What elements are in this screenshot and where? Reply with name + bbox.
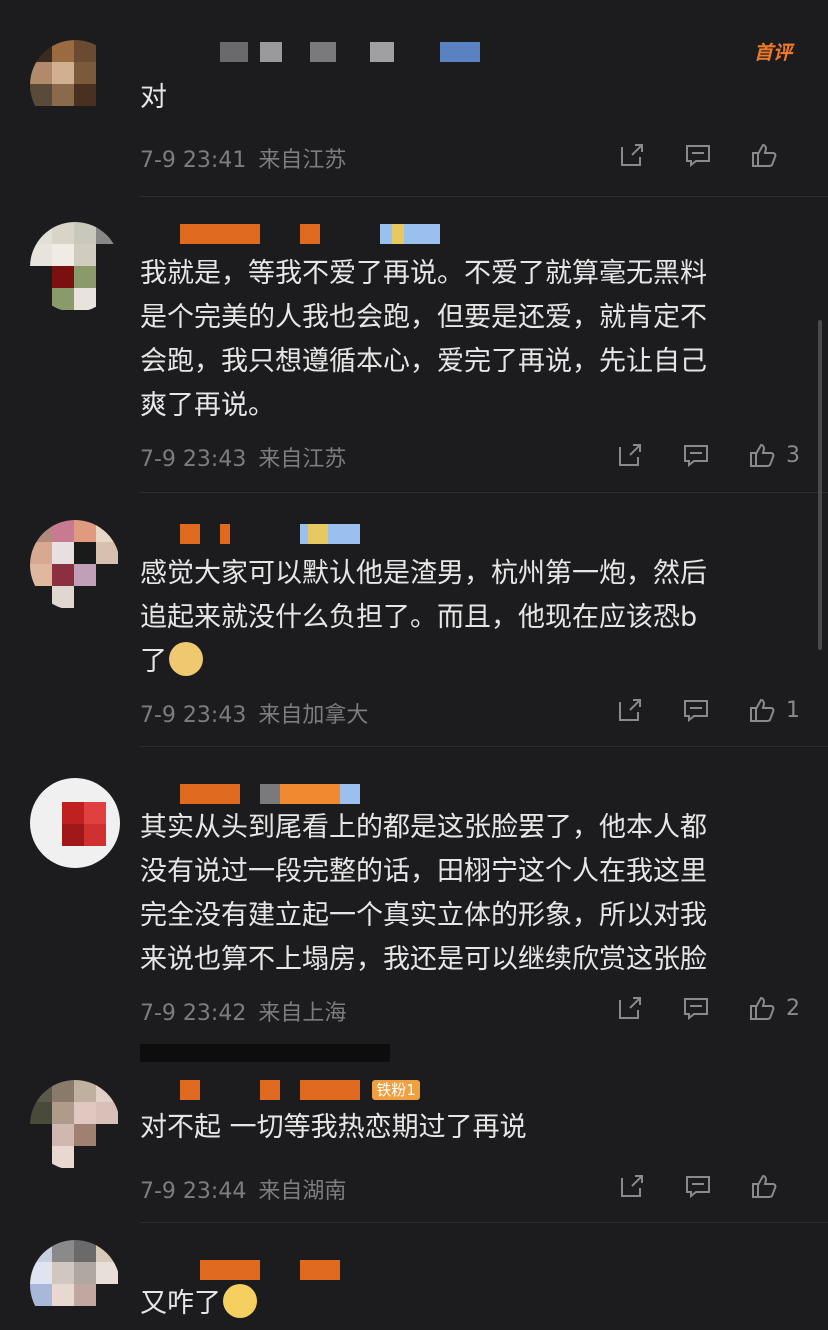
- username[interactable]: 铁粉1: [140, 1080, 500, 1100]
- comment-time: 7-9 23:41: [140, 148, 247, 173]
- comment-actions: [580, 140, 800, 170]
- comment-text: 我就是，等我不爱了再说。不爱了就算毫无黑料 是个完美的人我也会跑，但要是还爱，就…: [140, 258, 707, 421]
- like-button[interactable]: 2: [710, 994, 800, 1022]
- username[interactable]: [140, 1260, 500, 1280]
- comment-text: 对: [140, 82, 167, 113]
- like-count: 3: [786, 442, 800, 468]
- doge-emoji-icon: [169, 642, 203, 676]
- username[interactable]: [140, 784, 500, 804]
- comment-meta: 7-9 23:41 来自江苏: [140, 142, 346, 174]
- comment-body: 感觉大家可以默认他是渣男，杭州第一炮，然后 追起来就没什么负担了。而且，他现在应…: [140, 558, 707, 677]
- redaction-bar: [140, 1044, 390, 1062]
- comment-location: 来自上海: [258, 1001, 347, 1026]
- comment-actions: 1: [578, 695, 800, 725]
- comment-time: 7-9 23:44: [140, 1179, 247, 1204]
- divider: [140, 196, 828, 197]
- comment-icon[interactable]: [682, 441, 710, 469]
- comment-location: 来自湖南: [258, 1179, 347, 1204]
- comment-actions: [580, 1171, 800, 1201]
- comment-text: 感觉大家可以默认他是渣男，杭州第一炮，然后 追起来就没什么负担了。而且，他现在应…: [140, 552, 800, 684]
- thumbs-up-icon: [750, 141, 778, 169]
- comment-meta: 7-9 23:43 来自加拿大: [140, 697, 368, 729]
- avatar[interactable]: [30, 222, 120, 312]
- comment-meta: 7-9 23:42 来自上海: [140, 995, 346, 1027]
- comment-location: 来自江苏: [258, 447, 347, 472]
- username[interactable]: [140, 42, 500, 62]
- username[interactable]: [140, 524, 500, 544]
- comment-icon[interactable]: [682, 994, 710, 1022]
- flushed-emoji-icon: [223, 1284, 257, 1318]
- like-button[interactable]: [712, 1172, 800, 1200]
- divider: [140, 492, 828, 493]
- comment-time: 7-9 23:42: [140, 1001, 247, 1026]
- like-count: 2: [786, 995, 800, 1021]
- share-icon[interactable]: [616, 441, 644, 469]
- fan-badge: 铁粉1: [372, 1080, 420, 1100]
- like-button[interactable]: 3: [710, 441, 800, 469]
- divider: [140, 746, 828, 747]
- like-button[interactable]: 1: [710, 696, 800, 724]
- comment-actions: 3: [578, 440, 800, 470]
- comment-text: 其实从头到尾看上的都是这张脸罢了，他本人都 没有说过一段完整的话，田栩宁这个人在…: [140, 812, 707, 975]
- comment-text: 对不起 一切等我热恋期过了再说: [140, 1112, 527, 1143]
- username[interactable]: [140, 224, 500, 244]
- thumbs-up-icon: [748, 441, 776, 469]
- comment-body: 又咋了: [140, 1288, 221, 1319]
- comment-icon[interactable]: [682, 696, 710, 724]
- thumbs-up-icon: [750, 1172, 778, 1200]
- thumbs-up-icon: [748, 994, 776, 1022]
- comment-location: 来自江苏: [258, 148, 347, 173]
- divider: [140, 1222, 828, 1223]
- comment-location: 来自加拿大: [258, 703, 369, 728]
- like-button[interactable]: [712, 141, 800, 169]
- comment-icon[interactable]: [684, 1172, 712, 1200]
- like-count: 1: [786, 697, 800, 723]
- comment-meta: 7-9 23:43 来自江苏: [140, 441, 346, 473]
- comment-time: 7-9 23:43: [140, 447, 247, 472]
- comment-icon[interactable]: [684, 141, 712, 169]
- share-icon[interactable]: [616, 696, 644, 724]
- share-icon[interactable]: [618, 1172, 646, 1200]
- avatar[interactable]: [30, 1240, 120, 1330]
- first-comment-badge: 首评: [753, 42, 792, 64]
- share-icon[interactable]: [618, 141, 646, 169]
- avatar[interactable]: [30, 1080, 120, 1170]
- comment-time: 7-9 23:43: [140, 703, 247, 728]
- avatar[interactable]: [30, 778, 120, 868]
- scrollbar[interactable]: [818, 320, 822, 650]
- comment-text: 又咋了: [140, 1282, 800, 1326]
- comment-actions: 2: [578, 993, 800, 1023]
- thumbs-up-icon: [748, 696, 776, 724]
- avatar[interactable]: [30, 520, 120, 610]
- comment-meta: 7-9 23:44 来自湖南: [140, 1173, 346, 1205]
- share-icon[interactable]: [616, 994, 644, 1022]
- avatar[interactable]: [30, 40, 120, 130]
